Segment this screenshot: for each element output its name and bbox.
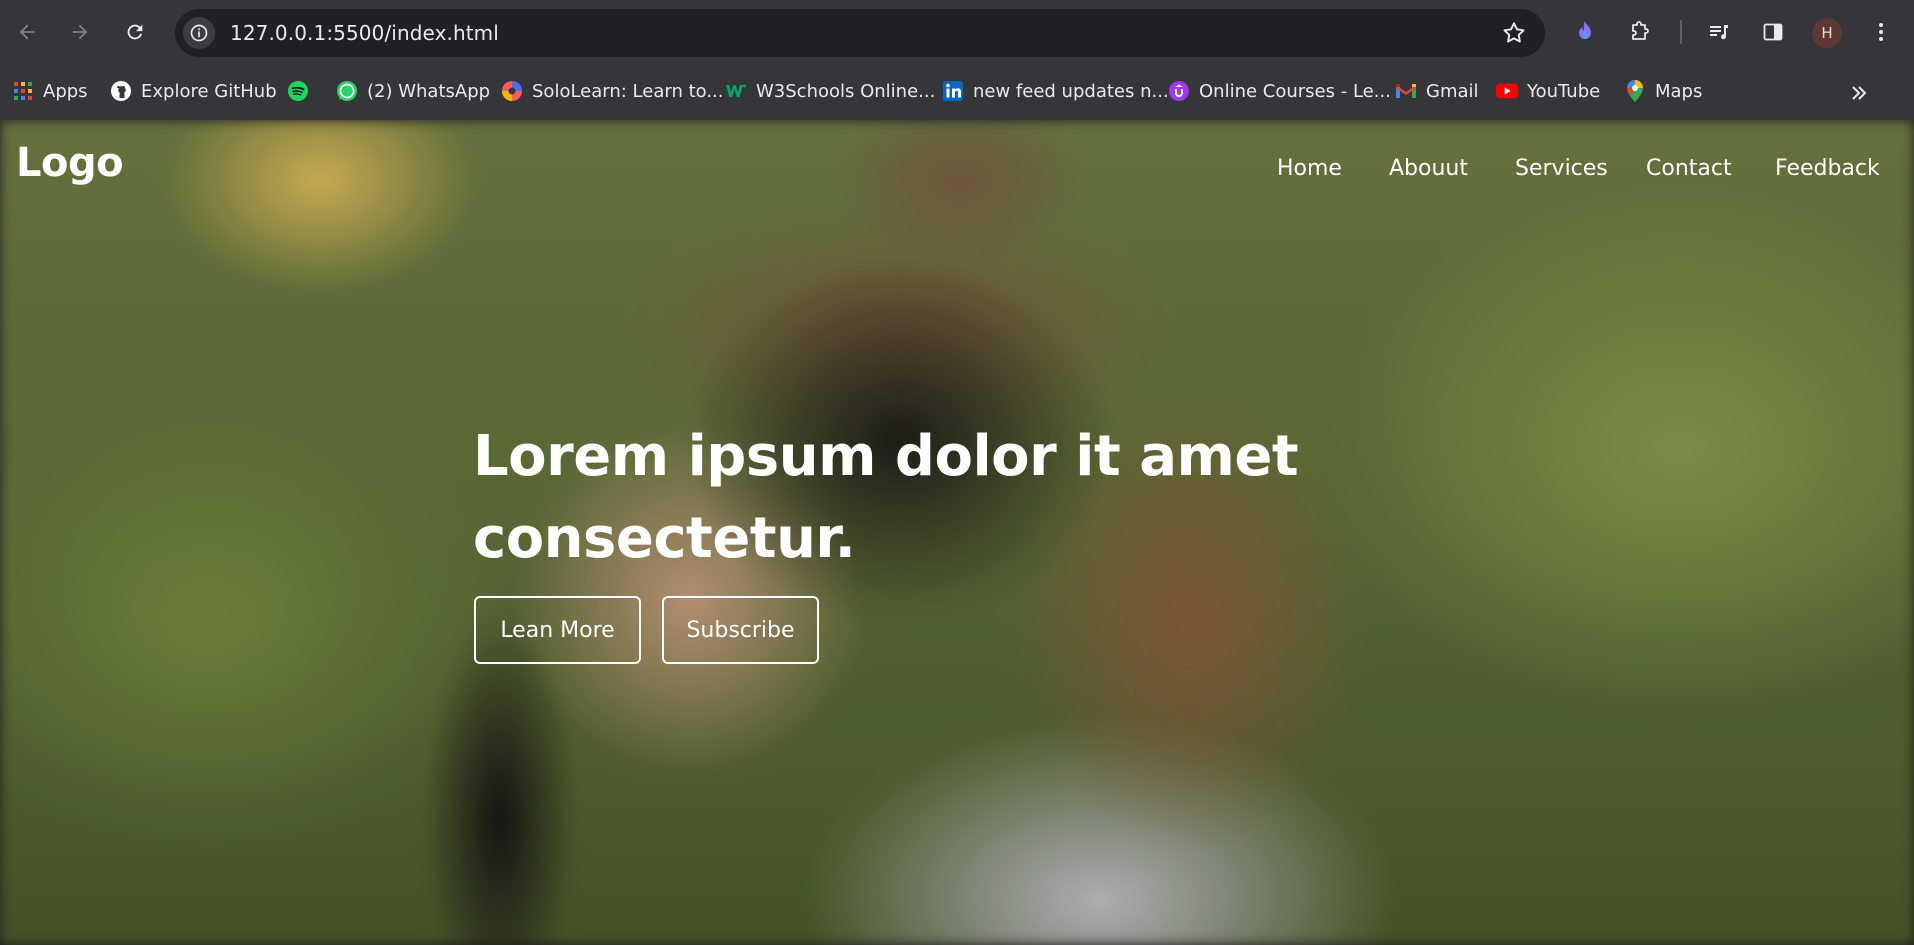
back-button[interactable] xyxy=(9,14,45,50)
spotify-icon xyxy=(287,80,309,102)
side-panel-icon xyxy=(1763,23,1783,41)
w3schools-icon xyxy=(725,80,747,102)
media-queue-icon xyxy=(1710,25,1728,40)
bookmark-spotify[interactable] xyxy=(287,76,318,106)
bookmark-w3schools[interactable]: W3Schools Online... xyxy=(725,76,935,106)
hero-headline-line2: consectetur. xyxy=(473,506,856,571)
url-text[interactable]: 127.0.0.1:5500/index.html xyxy=(230,21,499,45)
youtube-icon xyxy=(1496,80,1518,102)
bookmark-maps[interactable]: Maps xyxy=(1624,76,1702,106)
nav-link-about[interactable]: Abouut xyxy=(1389,156,1468,181)
bookmark-label: (2) WhatsApp xyxy=(367,80,491,102)
puzzle-icon xyxy=(1632,21,1649,40)
bookmark-label: Online Courses - Le... xyxy=(1199,80,1391,102)
profile-avatar[interactable]: H xyxy=(1812,18,1842,48)
nav-link-feedback[interactable]: Feedback xyxy=(1775,156,1880,181)
linkedin-icon xyxy=(942,80,964,102)
forward-icon xyxy=(72,24,88,40)
github-icon xyxy=(110,80,132,102)
browser-toolbar: 127.0.0.1:5500/index.html H xyxy=(0,0,1914,66)
bookmark-label: Gmail xyxy=(1426,80,1479,102)
address-bar[interactable]: 127.0.0.1:5500/index.html xyxy=(175,9,1545,57)
media-queue-button[interactable] xyxy=(1704,17,1734,47)
extensions-button[interactable] xyxy=(1625,17,1655,47)
hero-headline-line1: Lorem ipsum dolor it amet xyxy=(473,424,1299,489)
site-logo[interactable]: Logo xyxy=(16,140,124,186)
bookmark-whatsapp[interactable]: (2) WhatsApp xyxy=(336,76,490,106)
whatsapp-icon xyxy=(336,80,358,102)
bookmark-github[interactable]: Explore GitHub xyxy=(110,76,277,106)
back-icon xyxy=(19,24,35,40)
subscribe-button[interactable]: Subscribe xyxy=(662,596,819,664)
reload-icon xyxy=(127,24,143,40)
bookmark-apps[interactable]: Apps xyxy=(12,76,88,106)
bookmark-sololearn[interactable]: SoloLearn: Learn to... xyxy=(501,76,724,106)
learn-more-button[interactable]: Lean More xyxy=(474,596,641,664)
bookmarks-overflow-button[interactable] xyxy=(1846,80,1872,106)
site-info-button[interactable] xyxy=(183,17,215,49)
bookmark-gmail[interactable]: Gmail xyxy=(1395,76,1479,106)
extension-flame-button[interactable] xyxy=(1570,17,1600,47)
apps-grid-icon xyxy=(12,80,34,102)
bookmark-label: new feed updates n... xyxy=(973,80,1169,102)
site-info-icon xyxy=(190,24,208,42)
nav-link-contact[interactable]: Contact xyxy=(1646,156,1732,181)
menu-kebab-icon xyxy=(1879,23,1883,41)
maps-icon xyxy=(1624,80,1646,102)
bookmark-linkedin[interactable]: new feed updates n... xyxy=(942,76,1169,106)
udemy-icon xyxy=(1168,80,1190,102)
bookmarks-bar: Apps Explore GitHub (2) WhatsApp SoloLea… xyxy=(0,66,1914,120)
bookmark-label: Apps xyxy=(43,80,88,102)
web-page-viewport: Logo Home Abouut Services Contact Feedba… xyxy=(0,120,1914,945)
sololearn-icon xyxy=(501,80,523,102)
hero-headline: Lorem ipsum dolor it amet consectetur. xyxy=(473,416,1333,580)
bookmark-udemy[interactable]: Online Courses - Le... xyxy=(1168,76,1391,106)
gmail-icon xyxy=(1395,80,1417,102)
nav-link-services[interactable]: Services xyxy=(1515,156,1608,181)
bookmark-youtube[interactable]: YouTube xyxy=(1496,76,1600,106)
browser-chrome: 127.0.0.1:5500/index.html H Apps Explore… xyxy=(0,0,1914,120)
bookmark-label: YouTube xyxy=(1527,80,1601,102)
browser-menu-button[interactable] xyxy=(1866,17,1896,47)
bookmark-label: Explore GitHub xyxy=(141,80,277,102)
reload-button[interactable] xyxy=(117,14,153,50)
bookmark-label: W3Schools Online... xyxy=(756,80,936,102)
bookmark-label: Maps xyxy=(1655,80,1703,102)
chevron-double-right-icon xyxy=(1852,86,1867,100)
forward-button[interactable] xyxy=(62,14,98,50)
extension-flame-icon xyxy=(1579,21,1591,39)
side-panel-button[interactable] xyxy=(1758,17,1788,47)
star-icon[interactable] xyxy=(1501,20,1527,46)
toolbar-divider xyxy=(1680,20,1682,44)
bookmark-label: SoloLearn: Learn to... xyxy=(532,80,724,102)
nav-link-home[interactable]: Home xyxy=(1277,156,1342,181)
